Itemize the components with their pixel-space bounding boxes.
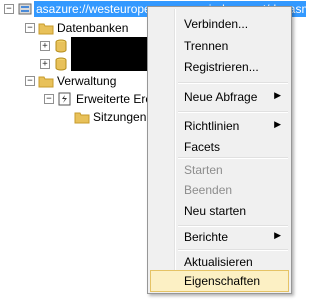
tree-node-databases[interactable]: − Datenbanken [0,19,150,37]
menu-item-new-query[interactable]: Neue Abfrage ▶ [150,86,289,108]
expand-icon[interactable]: + [40,59,50,69]
menu-item-policies[interactable]: Richtlinien ▶ [150,115,289,137]
menu-item-label: Trennen [184,39,229,53]
sessions-label: Sitzungen [93,110,147,124]
tree-node-management[interactable]: − Verwaltung [0,72,150,90]
menu-separator [178,111,288,113]
menu-item-register[interactable]: Registrieren... [150,56,289,78]
collapse-icon[interactable]: − [25,23,35,33]
folder-icon [74,112,90,124]
redacted-name [71,37,148,55]
menu-item-label: Berichte [184,230,229,244]
folder-icon [38,76,54,88]
expand-icon[interactable]: + [40,41,50,51]
database-icon [55,57,67,71]
menu-item-connect[interactable]: Verbinden... [150,13,289,35]
menu-item-label: Verbinden... [184,17,249,31]
menu-item-label: Neu starten [184,204,247,218]
menu-item-properties[interactable]: Eigenschaften [150,270,289,292]
menu-item-label: Starten [184,163,223,177]
tree-node-sessions[interactable]: Sitzungen [0,108,150,126]
menu-item-label: Richtlinien [184,119,240,133]
menu-item-facets[interactable]: Facets [150,136,289,158]
submenu-arrow-icon: ▶ [274,90,281,100]
submenu-arrow-icon: ▶ [274,119,281,129]
menu-item-label: Aktualisieren [184,255,253,269]
submenu-arrow-icon: ▶ [274,230,281,240]
tree-node-extended-events[interactable]: − Erweiterte Ereig [0,90,161,108]
menu-item-start: Starten [150,159,289,181]
menu-item-label: Facets [184,140,221,154]
databases-label: Datenbanken [57,21,129,35]
menu-item-disconnect[interactable]: Trennen [150,35,289,57]
menu-item-label: Eigenschaften [184,274,261,288]
menu-item-label: Registrieren... [184,60,259,74]
menu-item-label: Neue Abfrage [184,90,258,104]
collapse-icon[interactable]: − [25,76,35,86]
tree-node-database[interactable]: + [0,55,150,73]
menu-item-restart[interactable]: Neu starten [150,200,289,222]
menu-item-reports[interactable]: Berichte ▶ [150,226,289,248]
menu-separator [178,82,288,84]
tree-node-database[interactable]: + [0,37,150,55]
menu-item-stop: Beenden [150,179,289,201]
collapse-icon[interactable]: − [4,4,14,14]
database-icon [55,39,67,53]
extended-events-icon [58,92,71,106]
folder-icon [38,23,54,35]
context-menu: Verbinden... Trennen Registrieren... Neu… [147,6,292,294]
menu-item-label: Beenden [184,183,233,197]
management-label: Verwaltung [57,74,117,88]
redacted-name [71,55,148,71]
collapse-icon[interactable]: − [44,94,54,104]
server-icon [18,3,32,15]
